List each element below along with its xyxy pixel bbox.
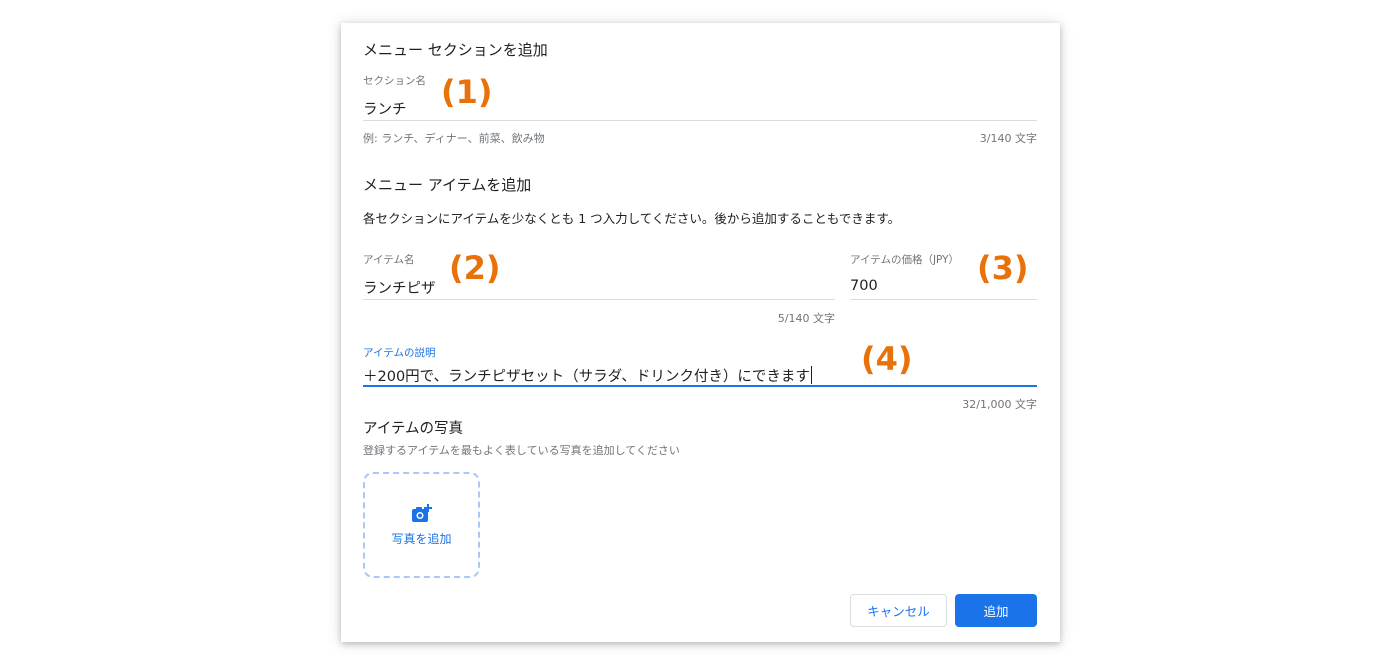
item-instructions: 各セクションにアイテムを少なくとも 1 つ入力してください。後から追加することも… bbox=[363, 211, 901, 226]
add-menu-section-dialog: メニュー セクションを追加 セクション名 ランチ 例: ランチ、ディナー、前菜、… bbox=[341, 23, 1060, 642]
section-name-counter: 3/140 文字 bbox=[979, 132, 1037, 145]
add-button[interactable]: 追加 bbox=[955, 594, 1037, 627]
add-photo-label: 写真を追加 bbox=[391, 531, 452, 546]
annotation-4: (4) bbox=[861, 340, 913, 378]
cancel-button[interactable]: キャンセル bbox=[850, 594, 947, 627]
add-photo-button[interactable]: 写真を追加 bbox=[363, 472, 480, 578]
add-photo-icon bbox=[411, 503, 432, 522]
section-name-hint: 例: ランチ、ディナー、前菜、飲み物 bbox=[363, 132, 545, 145]
item-title: メニュー アイテムを追加 bbox=[363, 176, 532, 194]
item-description-underline bbox=[363, 385, 1037, 387]
item-price-underline bbox=[850, 299, 1037, 300]
photo-section-title: アイテムの写真 bbox=[363, 421, 464, 437]
section-name-underline bbox=[363, 120, 1037, 121]
text-caret bbox=[810, 366, 812, 384]
annotation-3: (3) bbox=[977, 249, 1029, 287]
item-description-text: ＋200円で、ランチピザセット（サラダ、ドリンク付き）にできます bbox=[363, 369, 810, 385]
section-title: メニュー セクションを追加 bbox=[363, 41, 548, 59]
item-price-input[interactable]: 700 bbox=[850, 278, 878, 294]
item-name-counter: 5/140 文字 bbox=[777, 312, 835, 325]
item-description-counter: 32/1,000 文字 bbox=[962, 398, 1037, 411]
section-name-label: セクション名 bbox=[363, 75, 426, 87]
item-name-label: アイテム名 bbox=[363, 254, 415, 266]
item-name-underline bbox=[363, 299, 835, 300]
item-price-label: アイテムの価格（JPY） bbox=[850, 254, 960, 266]
item-description-label: アイテムの説明 bbox=[363, 347, 436, 359]
annotation-1: (1) bbox=[441, 73, 493, 111]
item-description-input[interactable]: ＋200円で、ランチピザセット（サラダ、ドリンク付き）にできます bbox=[363, 365, 812, 386]
photo-section-subtitle: 登録するアイテムを最もよく表している写真を追加してください bbox=[363, 444, 680, 457]
section-name-input[interactable]: ランチ bbox=[363, 98, 407, 119]
annotation-2: (2) bbox=[449, 249, 501, 287]
item-name-input[interactable]: ランチピザ bbox=[363, 277, 436, 298]
